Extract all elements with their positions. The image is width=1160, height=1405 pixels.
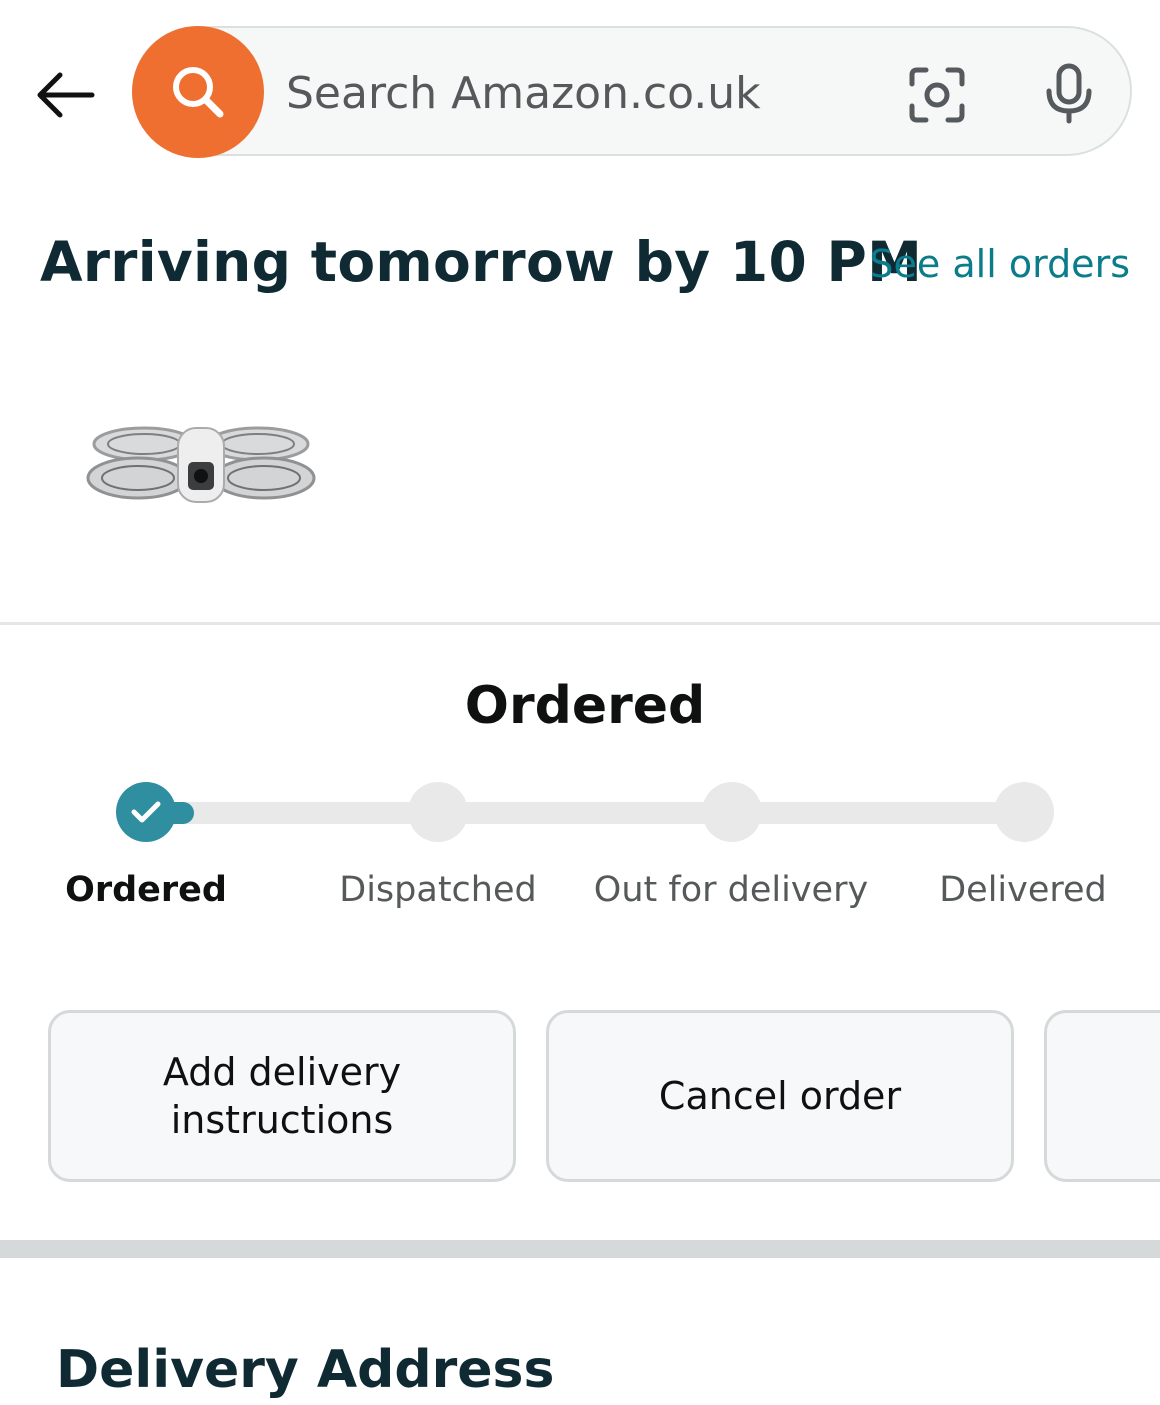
- search-bar[interactable]: [132, 26, 1132, 158]
- add-delivery-instructions-label: Add delivery instructions: [163, 1048, 401, 1144]
- see-all-orders-link[interactable]: See all orders: [869, 242, 1130, 286]
- progress-tracker: [0, 770, 1160, 860]
- cancel-order-label: Cancel order: [658, 1074, 902, 1118]
- search-input[interactable]: [286, 58, 846, 128]
- button-label-line1: Add delivery: [162, 1050, 402, 1094]
- step-label-out-for-delivery: Out for delivery: [593, 870, 869, 910]
- more-actions-button[interactable]: [1044, 1010, 1160, 1182]
- button-label-line2: instructions: [170, 1098, 394, 1142]
- search-button[interactable]: [132, 26, 264, 158]
- back-button[interactable]: [30, 62, 100, 128]
- microphone-icon: [1046, 63, 1092, 124]
- voice-search-button[interactable]: [1034, 58, 1104, 130]
- arriving-heading: Arriving tomorrow by 10 PM: [40, 230, 923, 294]
- step-node-out-for-delivery: [702, 782, 762, 842]
- camera-scan-icon: [909, 67, 965, 123]
- step-node-delivered: [994, 782, 1054, 842]
- cancel-order-button[interactable]: Cancel order: [546, 1010, 1014, 1182]
- search-icon: [173, 67, 224, 118]
- check-icon: [131, 801, 161, 823]
- section-separator: [0, 1240, 1160, 1258]
- arrow-left-icon: [37, 72, 95, 118]
- drone-product-image[interactable]: [86, 420, 316, 510]
- header: [0, 0, 1160, 180]
- step-node-ordered: [116, 782, 176, 842]
- step-label-delivered: Delivered: [939, 870, 1107, 910]
- delivery-address-heading: Delivery Address: [56, 1340, 555, 1400]
- step-label-dispatched: Dispatched: [339, 870, 537, 910]
- add-delivery-instructions-button[interactable]: Add delivery instructions: [48, 1010, 516, 1182]
- order-status-title: Ordered: [464, 676, 706, 736]
- step-label-ordered: Ordered: [65, 870, 227, 910]
- section-divider: [0, 622, 1160, 625]
- progress-track: [146, 802, 1024, 824]
- camera-search-button[interactable]: [904, 62, 970, 128]
- step-node-dispatched: [408, 782, 468, 842]
